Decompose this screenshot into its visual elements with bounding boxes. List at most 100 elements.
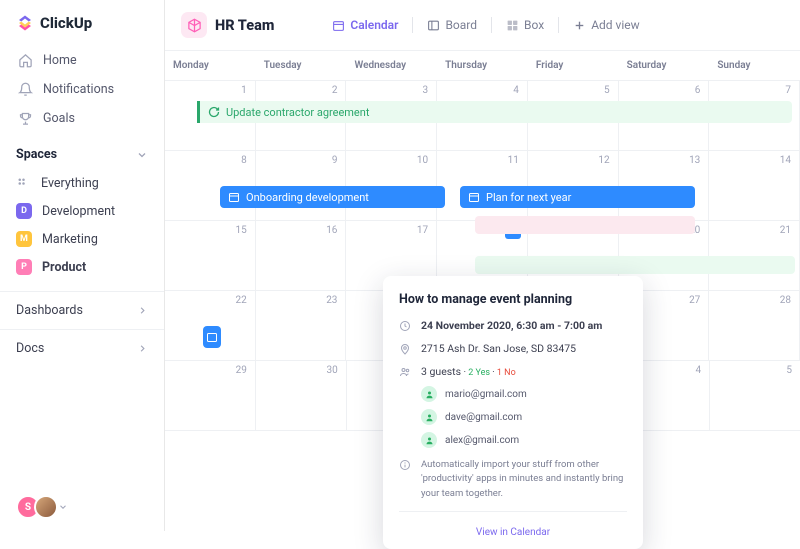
logo[interactable]: ClickUp bbox=[0, 0, 164, 42]
calendar-cell[interactable]: 30 bbox=[256, 361, 347, 430]
day-number: 17 bbox=[417, 225, 428, 236]
space-product-label: Product bbox=[42, 260, 86, 275]
calendar-cell[interactable]: 14 bbox=[709, 151, 800, 220]
calendar-header: Monday Tuesday Wednesday Thursday Friday… bbox=[165, 51, 800, 81]
calendar-icon bbox=[468, 191, 480, 203]
event-plan-year[interactable]: Plan for next year bbox=[460, 186, 695, 208]
space-marketing-label: Marketing bbox=[42, 232, 98, 247]
day-number: 27 bbox=[689, 295, 700, 306]
guest-email: alex@gmail.com bbox=[445, 435, 519, 446]
event-label: Update contractor agreement bbox=[226, 106, 369, 119]
section-docs[interactable]: Docs bbox=[0, 329, 164, 367]
weekday-header: Wednesday bbox=[346, 51, 437, 80]
user-icon bbox=[421, 386, 437, 402]
section-dashboards[interactable]: Dashboards bbox=[0, 291, 164, 329]
guest-item: mario@gmail.com bbox=[421, 386, 627, 402]
add-view[interactable]: Add view bbox=[565, 14, 647, 36]
home-icon bbox=[18, 53, 33, 68]
space-everything[interactable]: Everything bbox=[0, 170, 164, 197]
day-number: 11 bbox=[508, 155, 519, 166]
calendar-cell[interactable]: 23 bbox=[256, 291, 347, 360]
popup-location: 2715 Ash Dr. San Jose, SD 83475 bbox=[399, 342, 627, 355]
day-number: 2 bbox=[332, 85, 338, 96]
popup-location-text: 2715 Ash Dr. San Jose, SD 83475 bbox=[421, 342, 576, 355]
guest-item: alex@gmail.com bbox=[421, 432, 627, 448]
event-contractor[interactable]: Update contractor agreement bbox=[197, 101, 792, 123]
users-icon bbox=[399, 366, 411, 378]
refresh-icon bbox=[208, 106, 220, 118]
day-number: 22 bbox=[235, 295, 246, 306]
bell-icon bbox=[18, 82, 33, 97]
sidebar: ClickUp Home Notifications Goals Spaces … bbox=[0, 0, 165, 531]
popup-guests: 3 guests · 2 Yes · 1 No mario@gmail.com … bbox=[399, 365, 627, 448]
calendar-row: 8 9 10 11 12 13 14 Onboarding developmen… bbox=[165, 151, 800, 221]
weekday-header: Tuesday bbox=[256, 51, 347, 80]
popup-tip: Automatically import your stuff from oth… bbox=[399, 458, 627, 501]
view-board[interactable]: Board bbox=[419, 14, 485, 36]
calendar-body: 1 2 3 4 5 6 7 Update contractor agreemen… bbox=[165, 81, 800, 531]
day-number: 12 bbox=[598, 155, 609, 166]
app-root: ClickUp Home Notifications Goals Spaces … bbox=[0, 0, 800, 531]
user-avatars[interactable]: S bbox=[0, 483, 164, 531]
day-number: 29 bbox=[236, 365, 247, 376]
day-number: 9 bbox=[332, 155, 338, 166]
view-in-calendar-link[interactable]: View in Calendar bbox=[476, 527, 550, 538]
day-number: 15 bbox=[235, 225, 246, 236]
calendar-cell[interactable]: 29 bbox=[165, 361, 256, 430]
calendar-cell[interactable]: 15 bbox=[165, 221, 256, 290]
guest-no: 1 No bbox=[497, 368, 516, 378]
space-marketing[interactable]: M Marketing bbox=[0, 225, 164, 253]
space-everything-label: Everything bbox=[41, 176, 99, 191]
chevron-down-icon bbox=[58, 502, 68, 512]
event-bar[interactable] bbox=[475, 216, 695, 234]
separator bbox=[491, 17, 492, 33]
view-box[interactable]: Box bbox=[498, 14, 552, 36]
guest-item: dave@gmail.com bbox=[421, 409, 627, 425]
box-icon bbox=[506, 19, 519, 32]
day-number: 16 bbox=[326, 225, 337, 236]
day-number: 6 bbox=[695, 85, 701, 96]
main: HR Team Calendar Board Box bbox=[165, 0, 800, 531]
calendar-cell[interactable]: 28 bbox=[709, 291, 800, 360]
guest-count: 3 guests bbox=[421, 365, 461, 378]
calendar-icon bbox=[206, 331, 218, 343]
user-icon bbox=[421, 409, 437, 425]
view-calendar[interactable]: Calendar bbox=[324, 14, 406, 36]
nav-goals[interactable]: Goals bbox=[8, 104, 156, 133]
info-icon bbox=[399, 459, 411, 471]
nav-home[interactable]: Home bbox=[8, 46, 156, 75]
event-onboarding[interactable]: Onboarding development bbox=[220, 186, 445, 208]
user-icon bbox=[421, 432, 437, 448]
day-number: 5 bbox=[604, 85, 610, 96]
space-product[interactable]: P Product bbox=[0, 253, 164, 281]
popup-tip-text: Automatically import your stuff from oth… bbox=[421, 458, 627, 501]
day-number: 30 bbox=[326, 365, 337, 376]
section-docs-label: Docs bbox=[16, 341, 44, 356]
view-box-label: Box bbox=[524, 18, 544, 32]
guest-yes: 2 Yes bbox=[468, 368, 490, 378]
nav-notifications[interactable]: Notifications bbox=[8, 75, 156, 104]
day-number: 13 bbox=[689, 155, 700, 166]
trophy-icon bbox=[18, 111, 33, 126]
day-number: 3 bbox=[423, 85, 429, 96]
event-bar[interactable] bbox=[475, 256, 795, 274]
space-development[interactable]: D Development bbox=[0, 197, 164, 225]
popup-footer: View in Calendar bbox=[399, 511, 627, 539]
plus-icon bbox=[573, 19, 586, 32]
popup-datetime: 24 November 2020, 6:30 am - 7:00 am bbox=[399, 319, 627, 332]
nav-goals-label: Goals bbox=[43, 111, 75, 126]
space-header[interactable]: HR Team bbox=[181, 12, 274, 38]
calendar-cell[interactable]: 16 bbox=[256, 221, 347, 290]
spaces-header[interactable]: Spaces bbox=[0, 137, 164, 170]
grid-icon bbox=[16, 176, 31, 191]
view-calendar-label: Calendar bbox=[350, 18, 398, 32]
day-number: 1 bbox=[241, 85, 247, 96]
day-number: 23 bbox=[326, 295, 337, 306]
event-label: Onboarding development bbox=[246, 191, 369, 204]
event-bar[interactable] bbox=[203, 326, 221, 348]
nav-notifications-label: Notifications bbox=[43, 82, 114, 97]
day-number: 28 bbox=[780, 295, 791, 306]
day-number: 5 bbox=[786, 365, 792, 376]
calendar-cell[interactable]: 5 bbox=[710, 361, 800, 430]
popup-datetime-text: 24 November 2020, 6:30 am - 7:00 am bbox=[421, 319, 602, 332]
